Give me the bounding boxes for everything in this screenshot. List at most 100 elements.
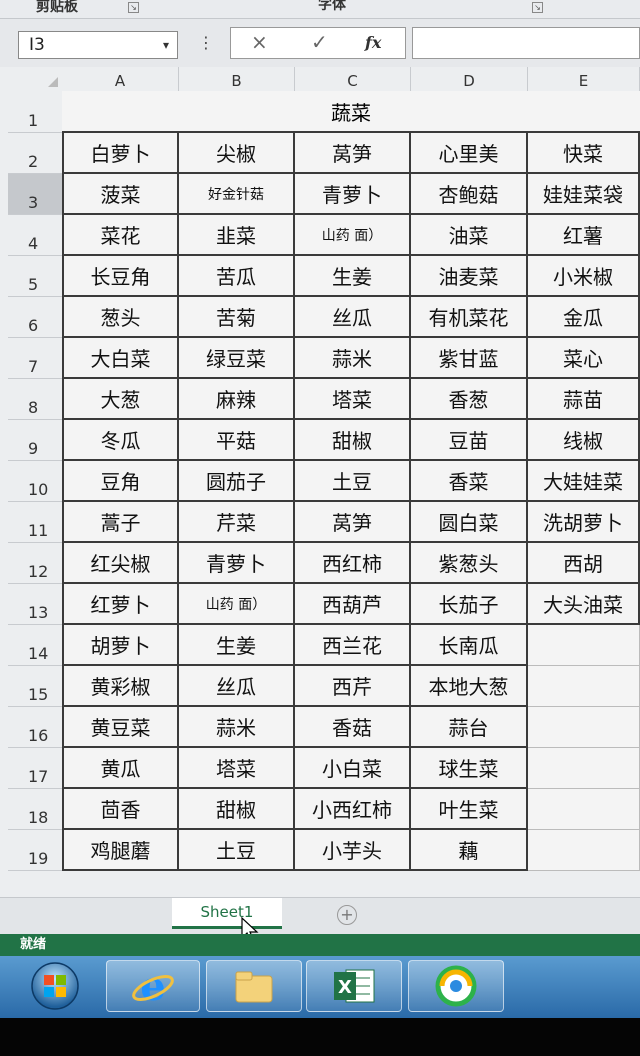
cell-d15[interactable]: 本地大葱 <box>411 666 528 707</box>
cell-e2[interactable]: 快菜 <box>528 133 640 174</box>
enter-icon[interactable]: ✓ <box>311 30 328 54</box>
cell-a13[interactable]: 红萝卜 <box>62 584 179 625</box>
taskbar-360[interactable] <box>408 960 504 1012</box>
cell-d6[interactable]: 有机菜花 <box>411 297 528 338</box>
cell-c17[interactable]: 小白菜 <box>295 748 411 789</box>
cell-e19[interactable] <box>528 830 640 871</box>
cell-b19[interactable]: 土豆 <box>179 830 295 871</box>
cell-a10[interactable]: 豆角 <box>62 461 179 502</box>
cell-c10[interactable]: 土豆 <box>295 461 411 502</box>
cell-b17[interactable]: 塔菜 <box>179 748 295 789</box>
cell-b12[interactable]: 青萝卜 <box>179 543 295 584</box>
column-header-a[interactable]: A <box>62 67 179 91</box>
cell-e10[interactable]: 大娃娃菜 <box>528 461 640 502</box>
cancel-icon[interactable]: × <box>251 30 268 54</box>
cell-a14[interactable]: 胡萝卜 <box>62 625 179 666</box>
add-sheet-button[interactable]: + <box>337 905 357 925</box>
name-box[interactable]: I3 ▾ <box>18 31 178 59</box>
cell-d2[interactable]: 心里美 <box>411 133 528 174</box>
cell-d14[interactable]: 长南瓜 <box>411 625 528 666</box>
cell-e6[interactable]: 金瓜 <box>528 297 640 338</box>
cell-c14[interactable]: 西兰花 <box>295 625 411 666</box>
cell-d7[interactable]: 紫甘蓝 <box>411 338 528 379</box>
row-header-13[interactable]: 13 <box>8 584 62 625</box>
taskbar-ie[interactable]: e <box>106 960 200 1012</box>
row-header-1[interactable]: 1 <box>8 91 62 133</box>
select-all-corner[interactable] <box>8 67 62 91</box>
cell-b5[interactable]: 苦瓜 <box>179 256 295 297</box>
sheet-tab-sheet1[interactable]: Sheet1 <box>172 898 282 929</box>
cell-b3[interactable]: 好金针菇 <box>179 174 295 215</box>
cell-d17[interactable]: 球生菜 <box>411 748 528 789</box>
cell-c12[interactable]: 西红柿 <box>295 543 411 584</box>
taskbar-excel[interactable]: X <box>306 960 402 1012</box>
cell-e7[interactable]: 菜心 <box>528 338 640 379</box>
cell-c2[interactable]: 莴笋 <box>295 133 411 174</box>
cell-d3[interactable]: 杏鲍菇 <box>411 174 528 215</box>
cell-a17[interactable]: 黄瓜 <box>62 748 179 789</box>
cell-c9[interactable]: 甜椒 <box>295 420 411 461</box>
row-header-15[interactable]: 15 <box>8 666 62 707</box>
cell-d9[interactable]: 豆苗 <box>411 420 528 461</box>
column-header-e[interactable]: E <box>528 67 640 91</box>
chevron-down-icon[interactable]: ▾ <box>163 32 169 58</box>
row-header-14[interactable]: 14 <box>8 625 62 666</box>
cell-d4[interactable]: 油菜 <box>411 215 528 256</box>
cell-c13[interactable]: 西葫芦 <box>295 584 411 625</box>
cell-b7[interactable]: 绿豆菜 <box>179 338 295 379</box>
cell-a4[interactable]: 菜花 <box>62 215 179 256</box>
column-header-c[interactable]: C <box>295 67 411 91</box>
cell-c5[interactable]: 生姜 <box>295 256 411 297</box>
cell-a7[interactable]: 大白菜 <box>62 338 179 379</box>
cell-e14[interactable] <box>528 625 640 666</box>
row-header-10[interactable]: 10 <box>8 461 62 502</box>
row-header-17[interactable]: 17 <box>8 748 62 789</box>
row-header-12[interactable]: 12 <box>8 543 62 584</box>
row-header-9[interactable]: 9 <box>8 420 62 461</box>
row-header-3[interactable]: 3 <box>8 174 62 215</box>
cell-a6[interactable]: 葱头 <box>62 297 179 338</box>
cell-d8[interactable]: 香葱 <box>411 379 528 420</box>
cell-e15[interactable] <box>528 666 640 707</box>
cell-b6[interactable]: 苦菊 <box>179 297 295 338</box>
cell-b4[interactable]: 韭菜 <box>179 215 295 256</box>
cell-c6[interactable]: 丝瓜 <box>295 297 411 338</box>
cell-d18[interactable]: 叶生菜 <box>411 789 528 830</box>
cell-b11[interactable]: 芹菜 <box>179 502 295 543</box>
cell-d13[interactable]: 长茄子 <box>411 584 528 625</box>
row-header-8[interactable]: 8 <box>8 379 62 420</box>
taskbar-explorer[interactable] <box>206 960 302 1012</box>
title-cell[interactable]: 蔬菜 <box>62 91 640 133</box>
font-launcher-icon[interactable]: ↘ <box>532 2 543 13</box>
row-header-4[interactable]: 4 <box>8 215 62 256</box>
cell-a16[interactable]: 黄豆菜 <box>62 707 179 748</box>
cell-d16[interactable]: 蒜台 <box>411 707 528 748</box>
cell-b15[interactable]: 丝瓜 <box>179 666 295 707</box>
cell-c18[interactable]: 小西红柿 <box>295 789 411 830</box>
cell-b14[interactable]: 生姜 <box>179 625 295 666</box>
cell-e4[interactable]: 红薯 <box>528 215 640 256</box>
cell-e5[interactable]: 小米椒 <box>528 256 640 297</box>
cell-c15[interactable]: 西芹 <box>295 666 411 707</box>
cell-b8[interactable]: 麻辣 <box>179 379 295 420</box>
cell-e8[interactable]: 蒜苗 <box>528 379 640 420</box>
start-button[interactable] <box>10 960 100 1012</box>
cell-b10[interactable]: 圆茄子 <box>179 461 295 502</box>
cell-a5[interactable]: 长豆角 <box>62 256 179 297</box>
row-header-2[interactable]: 2 <box>8 133 62 174</box>
cell-c11[interactable]: 莴笋 <box>295 502 411 543</box>
cell-b9[interactable]: 平菇 <box>179 420 295 461</box>
cell-b2[interactable]: 尖椒 <box>179 133 295 174</box>
cell-b13[interactable]: 山药 面） <box>179 584 295 625</box>
row-header-6[interactable]: 6 <box>8 297 62 338</box>
cell-a15[interactable]: 黄彩椒 <box>62 666 179 707</box>
row-header-16[interactable]: 16 <box>8 707 62 748</box>
row-header-5[interactable]: 5 <box>8 256 62 297</box>
cell-b16[interactable]: 蒜米 <box>179 707 295 748</box>
formula-input[interactable] <box>412 27 640 59</box>
cell-a18[interactable]: 茴香 <box>62 789 179 830</box>
cell-a3[interactable]: 菠菜 <box>62 174 179 215</box>
cell-e12[interactable]: 西胡 <box>528 543 640 584</box>
cell-e3[interactable]: 娃娃菜袋 <box>528 174 640 215</box>
column-header-d[interactable]: D <box>411 67 528 91</box>
